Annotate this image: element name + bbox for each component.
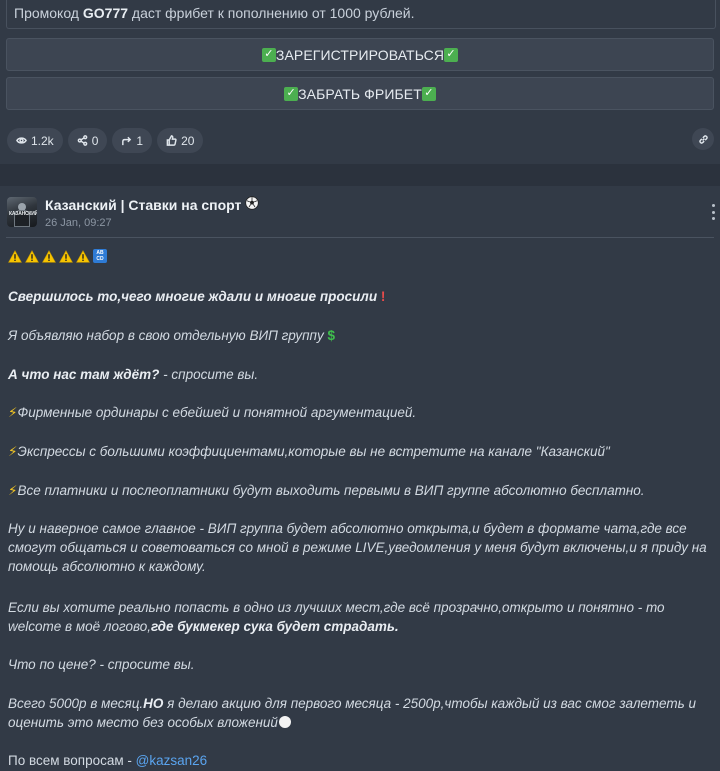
contact-line: По всем вопросам - @kazsan26 <box>8 753 207 768</box>
price-paragraph: Всего 5000р в месяц.НО я делаю акцию для… <box>8 694 718 732</box>
channel-name[interactable]: Казанский | Ставки на спорт <box>45 196 260 213</box>
shares-count: 0 <box>91 133 99 148</box>
link-icon <box>698 134 708 144</box>
channel-name-label: Казанский | Ставки на спорт <box>45 196 242 213</box>
feature-line-2: ⚡Экспрессы с большими коэффициентами,кот… <box>8 444 610 460</box>
avatar-logo-text: КАЗАНСКИЙ <box>9 211 37 217</box>
previous-post: Промокод GO777 даст фрибет к пополнению … <box>0 0 720 164</box>
abcd-icon: AB CD <box>93 249 107 263</box>
main-paragraph: Ну и наверное самое главное - ВИП группа… <box>8 521 707 574</box>
post-date: 26 Jan, 09:27 <box>45 217 112 229</box>
warning-icon <box>25 249 39 263</box>
feature-3-text: Все платники и послеоплатники будут выхо… <box>17 483 645 498</box>
likes-counter[interactable]: 20 <box>157 128 204 153</box>
question-line: А что нас там ждёт? - спросите вы. <box>8 367 258 382</box>
feature-2-text: Экспрессы с большими коэффициентами,кото… <box>17 444 610 459</box>
emoji-row: AB CD <box>8 249 107 263</box>
question-rest-text: - спросите вы. <box>159 367 259 382</box>
warning-icon <box>59 249 73 263</box>
check-mark-icon: ✓ <box>421 86 436 101</box>
share-icon <box>77 135 88 146</box>
thumbs-up-icon <box>166 135 177 146</box>
eye-icon <box>16 137 27 144</box>
best-place-paragraph: Если вы хотите реально попасть в одно из… <box>8 598 718 636</box>
announce-line: Я объявляю набор в свою отдельную ВИП гр… <box>8 328 335 343</box>
dollar-icon: $ <box>323 328 335 343</box>
question-bold-text: А что нас там ждёт? <box>8 367 160 382</box>
check-mark-icon: ✓ <box>261 47 276 62</box>
feature-line-1: ⚡Фирменные ординары с ебейшей и понятной… <box>8 405 416 421</box>
copy-link-button[interactable] <box>692 128 714 150</box>
forward-icon <box>122 136 132 146</box>
likes-count: 20 <box>181 133 195 148</box>
promo-suffix: даст фрибет к пополнению от 1000 рублей. <box>128 5 415 21</box>
channel-post: КАЗАНСКИЙ Казанский | Ставки на спорт 26… <box>0 186 720 771</box>
headline-text: Свершилось то,чего многие ждали и многие… <box>8 289 378 304</box>
feature-line-3: ⚡Все платники и послеоплатники будут вых… <box>8 483 645 499</box>
warning-icon <box>76 249 90 263</box>
promo-code: GO777 <box>82 5 129 21</box>
promo-prefix: Промокод <box>14 5 83 21</box>
forwards-counter[interactable]: 1 <box>112 128 153 153</box>
contact-handle-link[interactable]: @kazsan26 <box>136 753 208 768</box>
views-counter[interactable]: 1.2k <box>7 128 63 153</box>
headline-line: Свершилось то,чего многие ждали и многие… <box>8 289 385 304</box>
claim-freebet-button-label: ЗАБРАТЬ ФРИБЕТ <box>298 85 422 102</box>
more-options-icon[interactable] <box>708 204 718 220</box>
register-button[interactable]: ✓ ЗАРЕГИСТРИРОВАТЬСЯ ✓ <box>6 38 714 71</box>
promo-text: Промокод GO777 даст фрибет к пополнению … <box>14 5 415 21</box>
contact-prefix: По всем вопросам - <box>8 753 136 768</box>
channel-avatar[interactable]: КАЗАНСКИЙ <box>7 197 37 227</box>
warning-icon <box>8 249 22 263</box>
views-count: 1.2k <box>31 133 54 148</box>
warning-icon <box>42 249 56 263</box>
best-place-bold-text: где букмекер сука будет страдать. <box>150 619 399 634</box>
price-text-1: Всего 5000р в месяц. <box>8 696 144 711</box>
check-mark-icon: ✓ <box>444 47 459 62</box>
claim-freebet-button[interactable]: ✓ ЗАБРАТЬ ФРИБЕТ ✓ <box>6 77 714 110</box>
register-button-label: ЗАРЕГИСТРИРОВАТЬСЯ <box>275 46 445 63</box>
header-divider <box>6 237 714 238</box>
price-bold-text: НО <box>143 696 164 711</box>
white-circle-icon <box>278 716 291 728</box>
post-stats: 1.2k 0 1 20 <box>7 128 204 153</box>
exclamation-icon: ! <box>377 289 386 304</box>
shares-counter[interactable]: 0 <box>67 128 108 153</box>
feature-1-text: Фирменные ординары с ебейшей и понятной … <box>17 405 417 420</box>
check-mark-icon: ✓ <box>284 86 299 101</box>
soccer-ball-icon <box>245 196 260 213</box>
forwards-count: 1 <box>136 133 144 148</box>
announce-text: Я объявляю набор в свою отдельную ВИП гр… <box>8 328 324 343</box>
price-question-line: Что по цене? - спросите вы. <box>8 657 195 672</box>
